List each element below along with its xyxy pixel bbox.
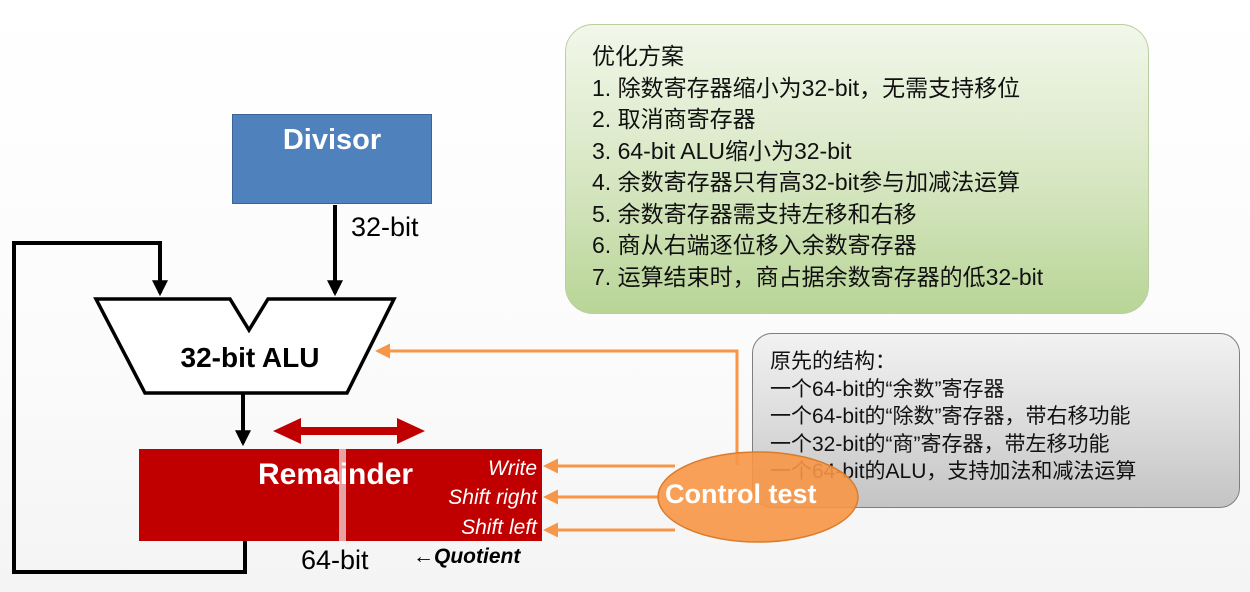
control-unit	[657, 451, 859, 543]
control-label: Control test	[665, 479, 817, 509]
